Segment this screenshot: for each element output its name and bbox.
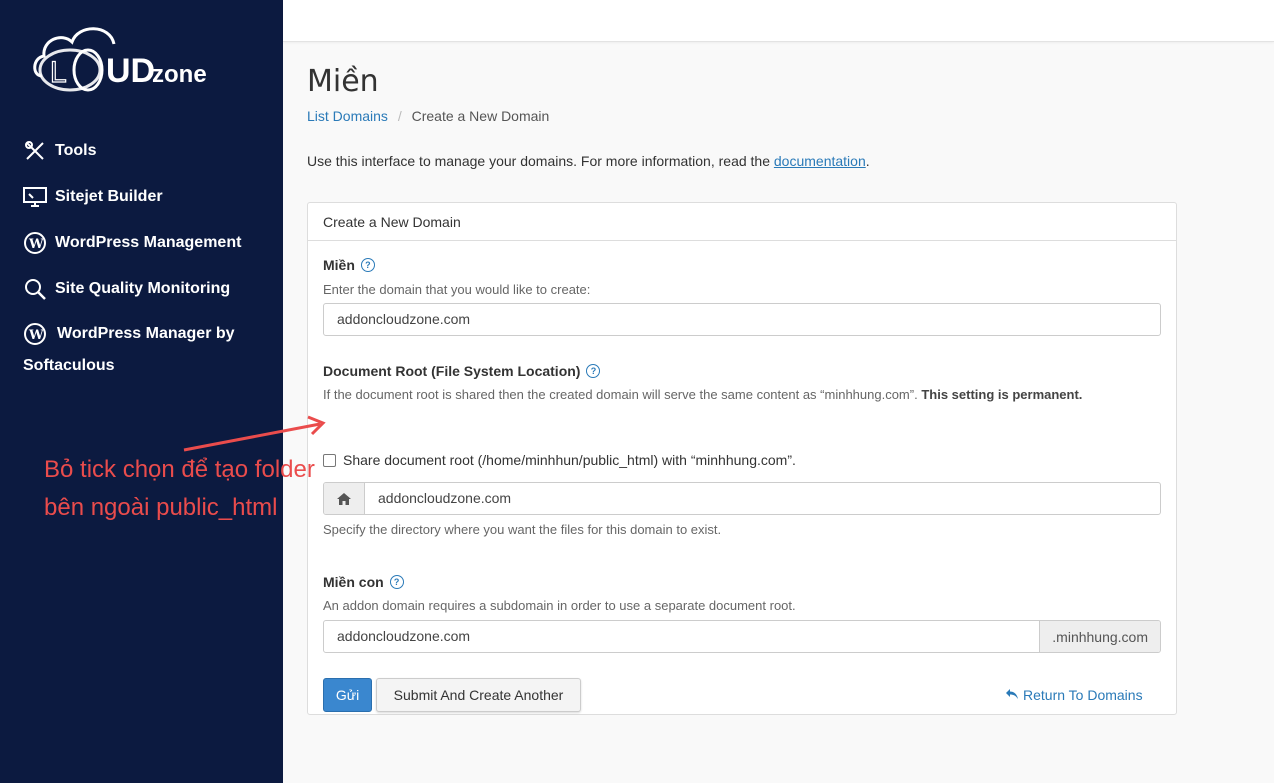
- subdomain-input-group: addoncloudzone.com .minhhung.com: [323, 620, 1161, 653]
- sidebar-item-label: Site Quality Monitoring: [55, 280, 231, 297]
- svg-text:zone: zone: [152, 61, 207, 88]
- annotation-line-1: Bỏ tick chọn để tạo folder: [44, 456, 315, 483]
- breadcrumb-separator: /: [397, 108, 402, 124]
- sidebar-item-label: Sitejet Builder: [55, 188, 163, 205]
- annotation-text: Bỏ tick chọn để tạo folder bên ngoài pub…: [44, 451, 315, 527]
- help-icon[interactable]: ?: [389, 575, 404, 589]
- subdomain-label: Miền con ?: [323, 574, 404, 590]
- intro-text-end: .: [865, 153, 870, 169]
- annotation-line-2: bên ngoài public_html: [44, 494, 278, 521]
- return-to-domains-link[interactable]: Return To Domains: [1005, 687, 1143, 703]
- wordpress-icon: W: [23, 231, 47, 255]
- page-title: Miền: [307, 64, 379, 99]
- return-icon: [1005, 687, 1019, 703]
- breadcrumb: List Domains / Create a New Domain: [307, 108, 549, 124]
- docroot-input-group: addoncloudzone.com: [323, 482, 1161, 515]
- panel-title: Create a New Domain: [308, 203, 1176, 241]
- svg-text:W: W: [28, 328, 44, 343]
- breadcrumb-list-domains[interactable]: List Domains: [307, 108, 388, 124]
- intro-text: Use this interface to manage your domain…: [307, 153, 870, 169]
- sidebar-item-wordpress-manager-softaculous[interactable]: W WordPress Manager by Softaculous: [0, 312, 283, 382]
- top-bar: [283, 0, 1274, 42]
- subdomain-suffix: .minhhung.com: [1039, 621, 1160, 652]
- create-domain-panel: Create a New Domain Miền ? Enter the dom…: [307, 202, 1177, 715]
- share-docroot-row[interactable]: Share document root (/home/minhhun/publi…: [323, 452, 796, 468]
- docroot-help: Specify the directory where you want the…: [323, 522, 722, 537]
- submit-and-create-another-button[interactable]: Submit And Create Another: [376, 678, 581, 712]
- wordpress-icon: W: [23, 322, 47, 346]
- sidebar: L UD zone Tools Sitejet Builder W WordPr…: [0, 0, 283, 783]
- intro-text-body: Use this interface to manage your domain…: [307, 153, 774, 169]
- sidebar-item-label: WordPress Management: [55, 234, 242, 251]
- sidebar-item-wordpress-management[interactable]: W WordPress Management: [0, 220, 283, 266]
- svg-text:W: W: [28, 237, 44, 252]
- docroot-hint: If the document root is shared then the …: [323, 387, 1082, 402]
- search-icon: [23, 277, 47, 301]
- docroot-hint-text: If the document root is shared then the …: [323, 387, 918, 402]
- sidebar-item-label: Tools: [55, 142, 97, 159]
- return-to-domains-label[interactable]: Return To Domains: [1023, 687, 1143, 703]
- svg-text:L: L: [50, 56, 67, 89]
- sidebar-item-label-line2: Softaculous: [23, 357, 115, 374]
- sidebar-item-site-quality-monitoring[interactable]: Site Quality Monitoring: [0, 266, 283, 312]
- svg-text:UD: UD: [106, 52, 155, 90]
- documentation-link[interactable]: documentation: [774, 153, 866, 169]
- cloudzone-logo[interactable]: L UD zone: [30, 18, 220, 98]
- monitor-icon: [23, 185, 47, 209]
- domain-hint: Enter the domain that you would like to …: [323, 282, 591, 297]
- docroot-hint-bold: This setting is permanent.: [921, 387, 1083, 402]
- domain-input[interactable]: addoncloudzone.com: [323, 303, 1161, 336]
- sidebar-item-sitejet-builder[interactable]: Sitejet Builder: [0, 174, 283, 220]
- subdomain-input[interactable]: addoncloudzone.com: [324, 621, 1039, 652]
- help-icon[interactable]: ?: [360, 258, 375, 272]
- share-docroot-label[interactable]: Share document root (/home/minhhun/publi…: [343, 452, 796, 468]
- subdomain-hint: An addon domain requires a subdomain in …: [323, 598, 796, 613]
- docroot-label: Document Root (File System Location) ?: [323, 363, 601, 379]
- docroot-label-text: Document Root (File System Location): [323, 363, 581, 379]
- sidebar-item-tools[interactable]: Tools: [0, 128, 283, 174]
- submit-button[interactable]: Gửi: [323, 678, 372, 712]
- home-icon: [324, 483, 365, 514]
- sidebar-nav: Tools Sitejet Builder W WordPress Manage…: [0, 128, 283, 382]
- sidebar-item-label: WordPress Manager by: [57, 325, 235, 342]
- tools-icon: [23, 139, 47, 163]
- docroot-input[interactable]: addoncloudzone.com: [365, 483, 1160, 514]
- subdomain-label-text: Miền con: [323, 574, 384, 590]
- breadcrumb-current: Create a New Domain: [411, 108, 550, 124]
- domain-label: Miền ?: [323, 257, 375, 273]
- domain-label-text: Miền: [323, 257, 355, 273]
- help-icon[interactable]: ?: [586, 364, 601, 378]
